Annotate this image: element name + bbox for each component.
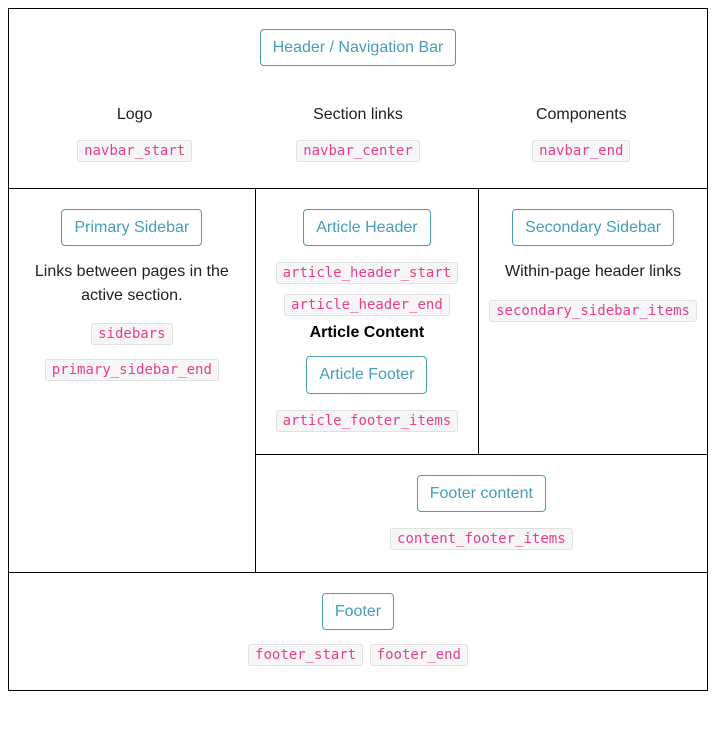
header-col-label: Components xyxy=(470,106,693,124)
footer-title-box: Footer xyxy=(322,593,394,630)
code-article-footer-items: article_footer_items xyxy=(276,410,459,432)
code-secondary-sidebar-items: secondary_sidebar_items xyxy=(489,300,697,322)
code-article-header-end: article_header_end xyxy=(284,294,450,316)
header-region: Header / Navigation Bar Logo navbar_star… xyxy=(9,9,707,188)
code-navbar-center: navbar_center xyxy=(296,140,420,162)
article-region: Article Header article_header_start arti… xyxy=(256,188,479,453)
header-col-label: Section links xyxy=(246,106,469,124)
code-content-footer-items: content_footer_items xyxy=(390,528,573,550)
content-footer-title-box: Footer content xyxy=(417,475,546,512)
code-article-header-start: article_header_start xyxy=(276,262,459,284)
header-col-components: Components navbar_end xyxy=(470,106,693,164)
code-navbar-start: navbar_start xyxy=(77,140,192,162)
middle-row: Primary Sidebar Links between pages in t… xyxy=(9,188,707,572)
article-header-title-box: Article Header xyxy=(303,209,430,246)
header-columns: Logo navbar_start Section links navbar_c… xyxy=(23,106,693,164)
content-footer-region: Footer content content_footer_items xyxy=(256,454,707,572)
footer-region: Footer footer_start footer_end xyxy=(9,572,707,690)
code-footer-end: footer_end xyxy=(370,644,468,666)
code-primary-sidebar-end: primary_sidebar_end xyxy=(45,359,219,381)
secondary-sidebar-desc: Within-page header links xyxy=(489,260,697,283)
header-col-label: Logo xyxy=(23,106,246,124)
primary-sidebar-title-box: Primary Sidebar xyxy=(61,209,202,246)
layout-diagram: Header / Navigation Bar Logo navbar_star… xyxy=(8,8,708,691)
primary-sidebar-desc: Links between pages in the active sectio… xyxy=(19,260,245,306)
code-sidebars: sidebars xyxy=(91,323,172,345)
article-content-title: Article Content xyxy=(266,324,468,342)
center-stack: Article Header article_header_start arti… xyxy=(256,188,707,572)
header-title-box: Header / Navigation Bar xyxy=(260,29,457,66)
header-col-logo: Logo navbar_start xyxy=(23,106,246,164)
secondary-sidebar-region: Secondary Sidebar Within-page header lin… xyxy=(479,188,707,453)
code-footer-start: footer_start xyxy=(248,644,363,666)
primary-sidebar-region: Primary Sidebar Links between pages in t… xyxy=(9,188,256,572)
article-footer-title-box: Article Footer xyxy=(306,356,427,393)
header-col-section-links: Section links navbar_center xyxy=(246,106,469,164)
code-navbar-end: navbar_end xyxy=(532,140,630,162)
secondary-sidebar-title-box: Secondary Sidebar xyxy=(512,209,674,246)
